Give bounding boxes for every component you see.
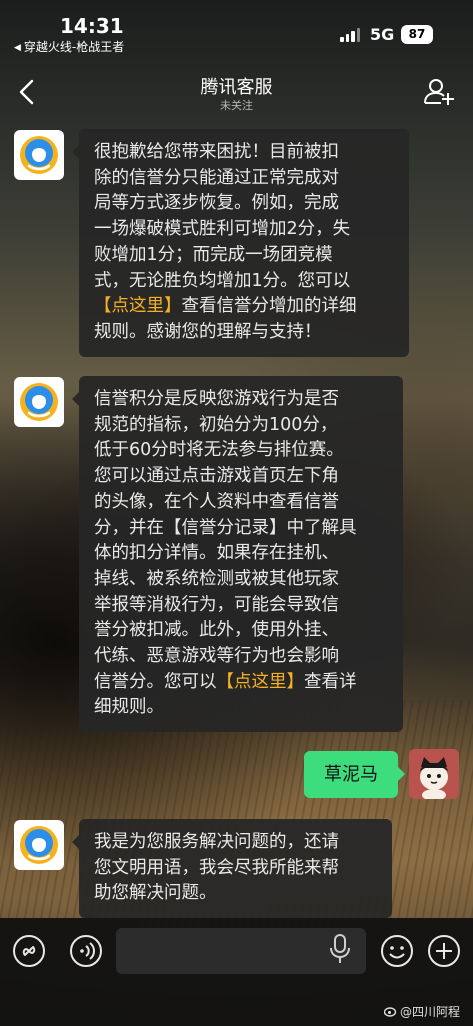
message-text: 分，并在【信誉分记录】中了解具: [94, 517, 357, 538]
message-text: 查看信誉分增加的详细: [181, 296, 357, 317]
message-line: 掉线、被系统检测或被其他玩家: [94, 567, 389, 593]
message-line: 除的信誉分只能通过正常完成对: [94, 166, 395, 192]
watermark-text: @四川阿程: [400, 1005, 461, 1019]
message-text: 您可以通过点击游戏首页左下角: [94, 466, 339, 487]
emoji-button[interactable]: [380, 934, 414, 968]
my-message-bubble: 草泥马: [304, 751, 405, 798]
my-message-text: 草泥马: [324, 764, 378, 785]
weibo-watermark: @四川阿程: [384, 1003, 460, 1020]
message-text: 规范的指标，初始分为100分，: [94, 414, 338, 435]
message-line: 一场爆破模式胜利可增加2分，失: [94, 217, 395, 243]
microphone-icon[interactable]: [329, 932, 351, 970]
service-avatar[interactable]: [14, 130, 64, 180]
message-text: 一场爆破模式胜利可增加2分，失: [94, 219, 351, 240]
message-line: 败增加1分；而完成一场团竞模: [94, 243, 395, 269]
tencent-service-logo-icon: [20, 136, 58, 174]
message-line: 的头像，在个人资料中查看信誉: [94, 490, 389, 516]
message-line: 分，并在【信誉分记录】中了解具: [94, 516, 389, 542]
message-bubble-1: 很抱歉给您带来困扰！目前被扣 除的信誉分只能通过正常完成对 局等方式逐步恢复。例如，…: [72, 129, 409, 357]
message-line: 规则。感谢您的理解与支持！: [94, 320, 395, 346]
message-text: 除的信誉分只能通过正常完成对: [94, 167, 339, 188]
message-line: 式，无论胜负均增加1分。您可以: [94, 269, 395, 295]
message-line: 您可以通过点击游戏首页左下角: [94, 464, 389, 490]
tencent-service-logo-icon: [20, 826, 58, 864]
voice-icon: [70, 935, 102, 967]
follow-status: 未关注: [220, 99, 253, 112]
my-avatar[interactable]: [409, 749, 459, 799]
back-to-app-label: 穿越火线-枪战王者: [23, 40, 125, 54]
click-here-link[interactable]: 【点这里】: [217, 672, 305, 692]
message-line: 规范的指标，初始分为100分，: [94, 413, 389, 439]
page-title: 腾讯客服: [200, 77, 273, 98]
message-text: 举报等消极行为，可能会导致信: [94, 594, 339, 615]
message-text: 很抱歉给您带来困扰！目前被扣: [94, 142, 339, 162]
message-text: 查看详: [304, 671, 357, 692]
weibo-logo-icon: [384, 1007, 397, 1017]
message-line: 信誉积分是反映您游戏行为是否: [94, 387, 389, 413]
message-text: 我是为您服务解决问题的，还请: [94, 832, 339, 852]
message-line: 信誉分。您可以【点这里】查看详: [94, 670, 389, 696]
message-text: 誉分被扣减。此外，使用外挂、: [94, 620, 339, 641]
message-text: 代练、恶意游戏等行为也会影响: [94, 646, 339, 667]
plus-icon: [428, 935, 460, 967]
click-here-link[interactable]: 【点这里】: [94, 296, 182, 316]
signal-icon: [340, 28, 360, 42]
message-text: 的头像，在个人资料中查看信誉: [94, 491, 339, 512]
network-type: 5G: [370, 25, 395, 44]
message-bubble-2: 信誉积分是反映您游戏行为是否 规范的指标，初始分为100分， 低于60分时将无法参与…: [72, 376, 403, 733]
cartoon-cat-avatar-icon: [409, 749, 459, 799]
tencent-service-logo-icon: [20, 383, 58, 421]
emoji-icon: [381, 935, 413, 967]
message-text: 助您解决问题。: [94, 883, 217, 904]
message-text: 局等方式逐步恢复。例如，完成: [94, 193, 339, 214]
message-line: 【点这里】查看信誉分增加的详细: [94, 294, 395, 320]
service-avatar[interactable]: [14, 377, 64, 427]
status-time: 14:31: [60, 14, 124, 38]
message-line: 体的扣分详情。如果存在挂机、: [94, 541, 389, 567]
link-button[interactable]: [12, 934, 46, 968]
nav-bar: 腾讯客服 未关注: [0, 66, 473, 118]
status-bar: 14:31 ◀ 穿越火线-枪战王者 5G 87: [0, 0, 473, 66]
message-text: 式，无论胜负均增加1分。您可以: [94, 270, 351, 291]
message-text: 败增加1分；而完成一场团竞模: [94, 244, 333, 265]
voice-button[interactable]: [69, 934, 103, 968]
message-text: 信誉分。您可以: [94, 671, 217, 692]
message-text: 细规则。: [94, 697, 164, 718]
message-line: 细规则。: [94, 695, 389, 721]
message-line: 誉分被扣减。此外，使用外挂、: [94, 618, 389, 644]
add-contact-button[interactable]: [422, 76, 456, 108]
battery-icon: 87: [401, 25, 433, 44]
message-line: 局等方式逐步恢复。例如，完成: [94, 191, 395, 217]
message-line: 低于60分时将无法参与排位赛。: [94, 438, 389, 464]
message-line: 代练、恶意游戏等行为也会影响: [94, 644, 389, 670]
back-triangle-icon: ◀: [14, 43, 21, 53]
message-text: 规则。感谢您的理解与支持！: [94, 321, 322, 342]
message-line: 您文明用语，我会尽我所能来帮: [94, 856, 378, 882]
back-to-app-link[interactable]: ◀ 穿越火线-枪战王者: [14, 38, 124, 55]
message-line: 我是为您服务解决问题的，还请: [94, 830, 378, 856]
message-line: 很抱歉给您带来困扰！目前被扣: [94, 140, 395, 166]
message-line: 助您解决问题。: [94, 881, 378, 907]
service-avatar[interactable]: [14, 820, 64, 870]
more-button[interactable]: [427, 934, 461, 968]
message-text: 信誉积分是反映您游戏行为是否: [94, 389, 339, 409]
person-add-icon: [424, 79, 454, 105]
battery-level: 87: [408, 27, 426, 41]
link-icon: [13, 935, 45, 967]
message-text: 体的扣分详情。如果存在挂机、: [94, 543, 339, 564]
message-text: 您文明用语，我会尽我所能来帮: [94, 857, 339, 878]
message-text: 掉线、被系统检测或被其他玩家: [94, 568, 339, 589]
message-line: 举报等消极行为，可能会导致信: [94, 593, 389, 619]
message-bubble-4: 我是为您服务解决问题的，还请 您文明用语，我会尽我所能来帮 助您解决问题。: [72, 819, 392, 919]
message-text: 低于60分时将无法参与排位赛。: [94, 440, 344, 461]
